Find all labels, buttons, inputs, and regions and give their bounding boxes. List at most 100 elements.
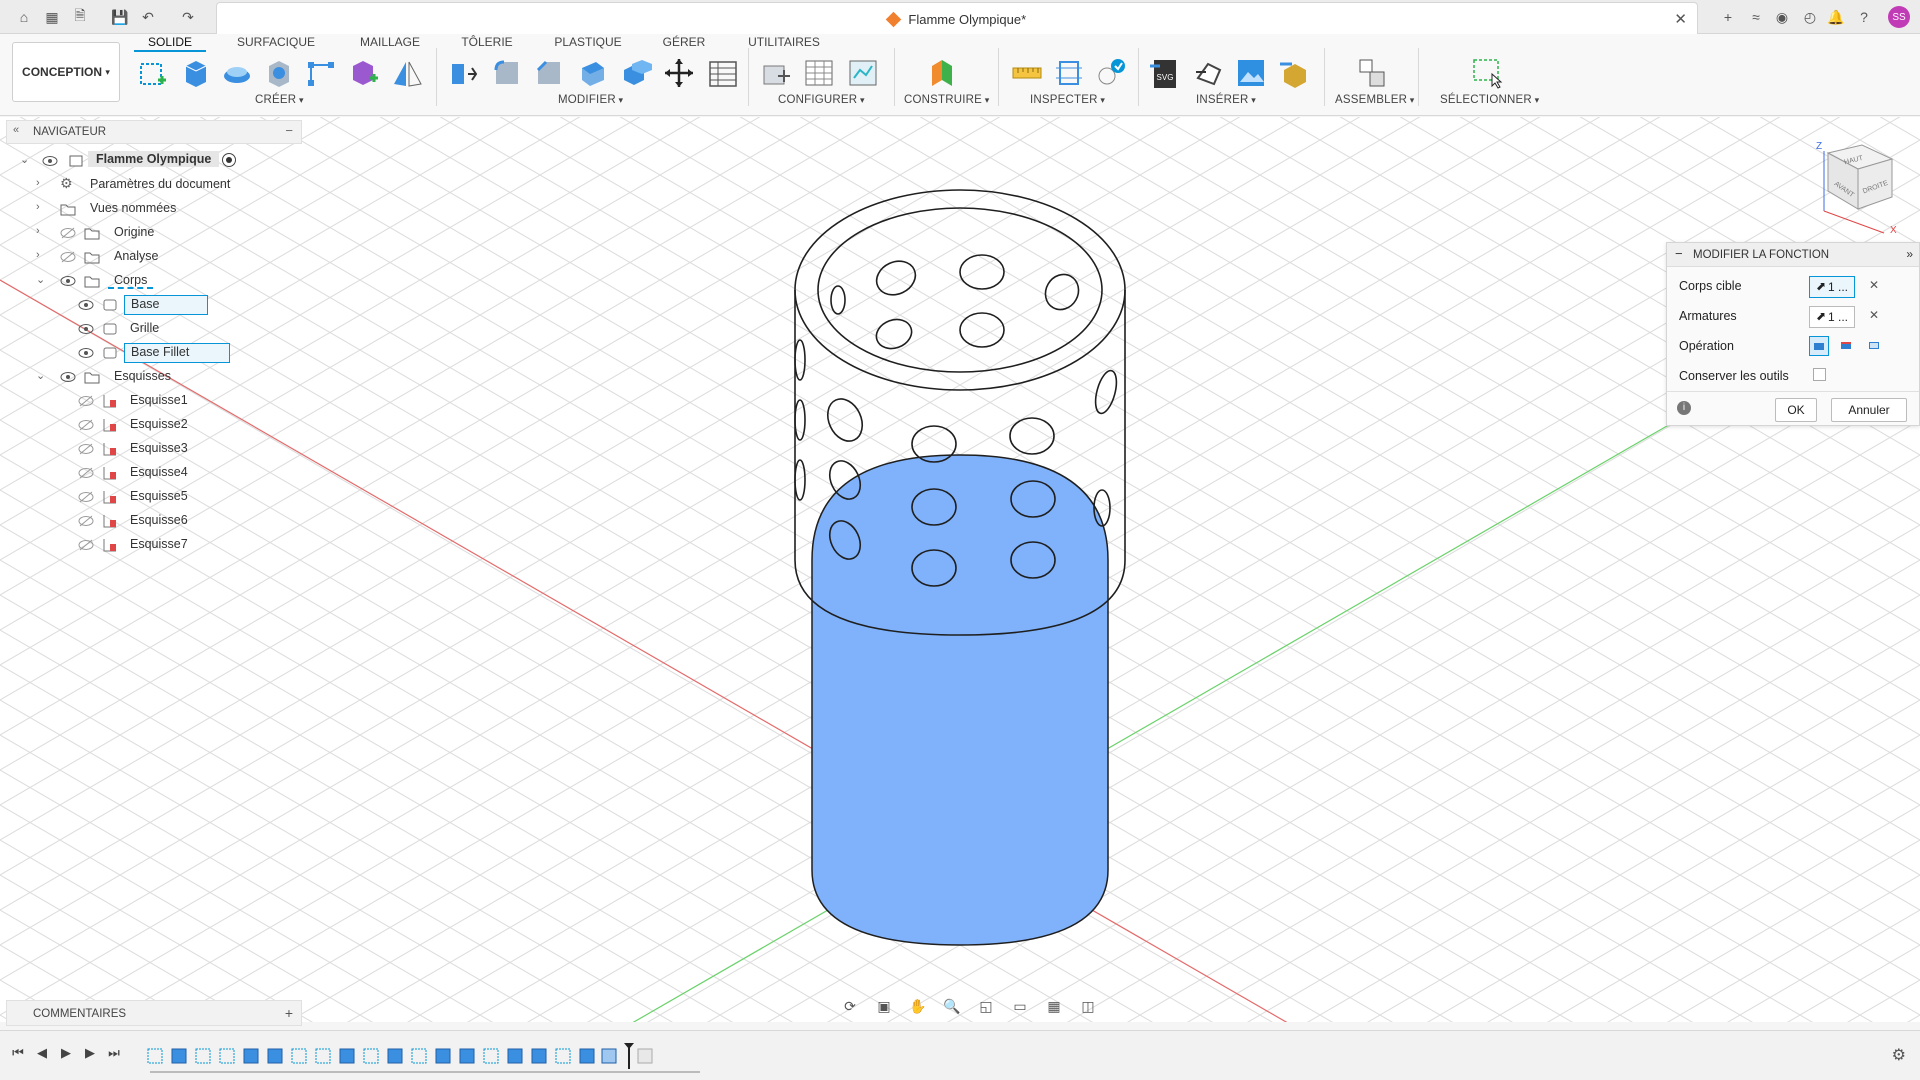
fillet-icon[interactable] — [490, 56, 524, 90]
ok-button[interactable]: OK — [1775, 398, 1817, 422]
canvas-viewport[interactable]: HAUT AVANT DROITE Z X — [0, 117, 1920, 1022]
eye-hidden-icon[interactable] — [78, 418, 94, 432]
clear-tools-icon[interactable]: ✕ — [1869, 308, 1879, 322]
revolve-icon[interactable] — [220, 56, 254, 90]
eye-hidden-icon[interactable] — [78, 442, 94, 456]
user-avatar[interactable]: SS — [1888, 6, 1910, 28]
display-settings-icon[interactable]: ▭ — [1006, 998, 1034, 1020]
redo-icon[interactable]: ↷ — [178, 7, 198, 27]
create-form-icon[interactable] — [346, 56, 380, 90]
clear-target-icon[interactable]: ✕ — [1869, 278, 1879, 292]
timeline-next-icon[interactable]: ▶ — [80, 1045, 100, 1065]
shell-icon[interactable] — [576, 56, 610, 90]
timeline-settings-icon[interactable]: ⚙ — [1892, 1045, 1906, 1065]
eye-icon[interactable] — [60, 274, 76, 288]
group-modifier[interactable]: MODIFIER — [558, 94, 623, 106]
viewports-icon[interactable]: ◫ — [1074, 998, 1102, 1020]
tree-item-vues-nommees[interactable]: › Vues nommées — [36, 198, 256, 220]
tree-item-esquisse3[interactable]: Esquisse3 — [36, 438, 256, 460]
move-icon[interactable] — [662, 56, 696, 90]
grid-settings-icon[interactable]: ▦ — [1040, 998, 1068, 1020]
operation-join-icon[interactable] — [1809, 336, 1829, 356]
tab-gerer[interactable]: GÉRER — [658, 34, 710, 52]
workspace-selector[interactable]: CONCEPTION ▾ — [12, 42, 120, 102]
tree-item-esquisse1[interactable]: Esquisse1 — [36, 390, 256, 412]
close-tab-icon[interactable]: ✕ — [1674, 10, 1687, 28]
interference-icon[interactable] — [1094, 56, 1128, 90]
group-assembler[interactable]: ASSEMBLER — [1335, 94, 1415, 106]
extensions-icon[interactable]: ◉ — [1772, 7, 1792, 27]
group-inserer[interactable]: INSÉRER — [1196, 94, 1256, 106]
pattern-icon[interactable] — [304, 56, 338, 90]
eye-hidden-icon[interactable] — [78, 466, 94, 480]
zoom-icon[interactable]: 🔍 — [938, 998, 966, 1020]
tree-item-base[interactable]: Base — [36, 294, 256, 316]
fit-icon[interactable]: ◱ — [972, 998, 1000, 1020]
mirror-icon[interactable] — [390, 56, 424, 90]
collapse-dialog-icon[interactable]: − — [1675, 246, 1683, 261]
tree-item-origine[interactable]: › Origine — [36, 222, 256, 244]
tree-item-corps[interactable]: ⌄ Corps — [36, 270, 256, 292]
file-menu-icon[interactable]: 🗎 — [70, 7, 90, 27]
timeline-end-icon[interactable]: ⏭ — [104, 1045, 124, 1065]
operation-intersect-icon[interactable] — [1865, 336, 1885, 356]
operation-cut-icon[interactable] — [1837, 336, 1857, 356]
timeline-prev-icon[interactable]: ◀ — [32, 1045, 52, 1065]
timeline-start-icon[interactable]: ⏮ — [8, 1045, 28, 1065]
eye-hidden-icon[interactable] — [78, 490, 94, 504]
keep-tools-checkbox[interactable] — [1813, 368, 1826, 381]
insert-mcmaster-icon[interactable] — [1278, 56, 1312, 90]
eye-icon[interactable] — [78, 322, 94, 336]
tree-item-esquisse4[interactable]: Esquisse4 — [36, 462, 256, 484]
measure-icon[interactable] — [1010, 56, 1044, 90]
configure-theme-icon[interactable] — [846, 56, 880, 90]
eye-icon[interactable] — [42, 154, 58, 168]
tab-maillage[interactable]: MAILLAGE — [352, 34, 428, 52]
insert-mesh-icon[interactable] — [1192, 56, 1226, 90]
tab-plastique[interactable]: PLASTIQUE — [548, 34, 628, 52]
viewcube[interactable]: HAUT AVANT DROITE Z X — [1800, 133, 1900, 243]
document-tab[interactable]: Flamme Olympique* ✕ — [216, 2, 1698, 34]
eye-hidden-icon[interactable] — [78, 394, 94, 408]
tree-item-grille[interactable]: Grille — [36, 318, 256, 340]
home-icon[interactable]: ⌂ — [14, 7, 34, 27]
create-sketch-icon[interactable] — [136, 56, 170, 90]
tree-item-parametres[interactable]: › ⚙ Paramètres du document — [36, 174, 256, 196]
timeline-play-icon[interactable]: ▶ — [56, 1045, 76, 1065]
hole-icon[interactable] — [262, 56, 296, 90]
add-comment-icon[interactable]: + — [285, 1005, 293, 1021]
section-analysis-icon[interactable] — [1052, 56, 1086, 90]
tree-item-base-fillet[interactable]: Base Fillet — [36, 342, 256, 364]
tools-selector[interactable]: ⬈ 1 ... — [1809, 306, 1855, 328]
group-construire[interactable]: CONSTRUIRE — [904, 94, 989, 106]
configure-rules-icon[interactable] — [802, 56, 836, 90]
tab-surfacique[interactable]: SURFACIQUE — [232, 34, 320, 52]
offset-plane-icon[interactable] — [926, 56, 960, 90]
apps-grid-icon[interactable]: ▦ — [42, 7, 62, 27]
tree-item-esquisses[interactable]: ⌄ Esquisses — [36, 366, 256, 388]
base-body[interactable] — [811, 454, 1109, 946]
tree-item-esquisse6[interactable]: Esquisse6 — [36, 510, 256, 532]
tree-item-esquisse7[interactable]: Esquisse7 — [36, 534, 256, 556]
insert-canvas-icon[interactable] — [1234, 56, 1268, 90]
new-tab-icon[interactable]: + — [1718, 7, 1738, 27]
minimize-panel-icon[interactable]: − — [285, 123, 293, 138]
look-at-icon[interactable]: ▣ — [870, 998, 898, 1020]
group-inspecter[interactable]: INSPECTER — [1030, 94, 1105, 106]
group-configurer[interactable]: CONFIGURER — [778, 94, 865, 106]
group-creer[interactable]: CRÉER — [255, 94, 304, 106]
tree-root[interactable]: ⌄ Flamme Olympique — [20, 150, 240, 172]
tab-tolerie[interactable]: TÔLERIE — [456, 34, 518, 52]
press-pull-icon[interactable] — [446, 56, 480, 90]
change-parameters-icon[interactable] — [706, 56, 740, 90]
target-body-selector[interactable]: ⬈ 1 ... — [1809, 276, 1855, 298]
activate-radio-icon[interactable] — [222, 153, 236, 167]
data-panel-icon[interactable]: ≈ — [1746, 7, 1766, 27]
collapse-panel-icon[interactable]: « — [13, 124, 19, 136]
chevron-down-icon[interactable]: ⌄ — [20, 153, 32, 166]
eye-hidden-icon[interactable] — [60, 226, 76, 240]
configure-table-icon[interactable] — [760, 56, 794, 90]
cancel-button[interactable]: Annuler — [1831, 398, 1907, 422]
job-status-icon[interactable]: ◴ — [1800, 7, 1820, 27]
group-selectionner[interactable]: SÉLECTIONNER — [1440, 94, 1539, 106]
